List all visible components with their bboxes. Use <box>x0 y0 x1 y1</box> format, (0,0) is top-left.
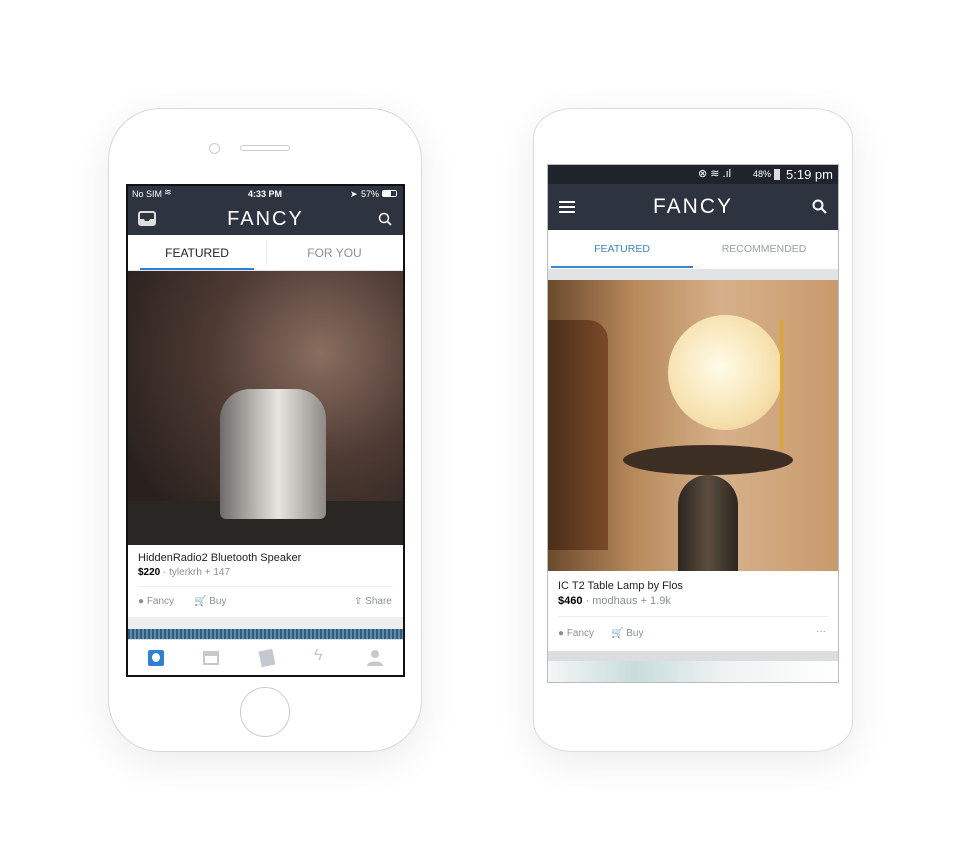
tab-featured[interactable]: FEATURED <box>140 246 254 260</box>
product-title[interactable]: IC T2 Table Lamp by Flos <box>558 580 683 592</box>
more-options-button[interactable]: ··· <box>816 626 826 637</box>
buy-label: Buy <box>209 596 227 607</box>
product-title[interactable]: HiddenRadio2 Bluetooth Speaker <box>138 552 301 564</box>
share-icon: ⇪ <box>354 596 363 607</box>
home-button[interactable] <box>240 687 290 737</box>
search-icon[interactable] <box>812 199 827 214</box>
location-icon: ➤ <box>350 189 358 199</box>
buy-label: Buy <box>626 628 644 639</box>
activity-tab-icon[interactable]: ϟ <box>314 647 322 665</box>
product-meta: · modhaus + 1.9k <box>585 595 671 607</box>
carrier: No SIM <box>132 189 163 199</box>
tab-featured[interactable]: FEATURED <box>551 243 693 255</box>
search-icon[interactable] <box>378 212 392 226</box>
lamp-globe <box>668 315 783 430</box>
buy-action[interactable]: 🛒 Buy <box>611 628 643 639</box>
ios-screen: No SIM ≋ 4:33 PM ➤ 57% FANCY FEATURED FO… <box>126 184 405 677</box>
next-product-image[interactable] <box>548 661 838 682</box>
tab-for-you[interactable]: FOR YOU <box>266 246 403 260</box>
status-time: 5:19 pm <box>786 167 833 182</box>
share-label: Share <box>365 596 392 607</box>
cart-icon: 🛒 <box>611 628 624 639</box>
fancy-tab-icon[interactable] <box>148 650 164 666</box>
ios-tabs: FEATURED FOR YOU <box>128 235 403 271</box>
android-status-bar: ⊗ ≋ .ıl 48% 5:19 pm <box>548 165 838 184</box>
fancy-label: Fancy <box>146 596 175 607</box>
battery-level: 48% <box>753 169 772 179</box>
collections-tab-icon[interactable] <box>258 648 276 668</box>
fancy-action[interactable]: ● Fancy <box>558 628 594 639</box>
product-image[interactable] <box>548 280 838 571</box>
signal-icons: ⊗ ≋ .ıl <box>698 168 732 180</box>
battery-level: 57% <box>361 189 380 199</box>
android-tabs: FEATURED RECOMMENDED <box>548 230 838 269</box>
front-camera <box>209 143 220 154</box>
active-tab-indicator <box>140 268 254 270</box>
app-logo: FANCY <box>652 195 733 218</box>
tab-recommended[interactable]: RECOMMENDED <box>693 243 835 255</box>
fancy-label: Fancy <box>566 628 595 639</box>
android-screen: ⊗ ≋ .ıl 48% 5:19 pm FANCY FEATURED RECOM… <box>547 164 839 683</box>
battery-icon <box>382 190 397 197</box>
earpiece <box>240 145 290 151</box>
battery-icon <box>774 169 780 180</box>
share-action[interactable]: ⇪ Share <box>354 596 392 607</box>
speaker-product <box>220 389 326 519</box>
product-price: $460 <box>558 595 583 607</box>
android-nav-bar: FANCY <box>548 184 838 230</box>
ios-status-bar: No SIM ≋ 4:33 PM ➤ 57% <box>128 186 403 202</box>
profile-tab-icon[interactable] <box>367 649 383 666</box>
active-tab-indicator <box>551 266 693 268</box>
product-image[interactable] <box>128 271 403 545</box>
buy-action[interactable]: 🛒 Buy <box>194 596 226 607</box>
app-logo: FANCY <box>227 208 304 230</box>
product-meta: · tylerkrh + 147 <box>163 567 231 578</box>
shop-tab-icon[interactable] <box>203 651 219 665</box>
cart-icon: 🛒 <box>194 596 207 607</box>
ios-tab-bar: ϟ <box>128 639 403 675</box>
product-price: $220 <box>138 567 161 578</box>
fancy-action[interactable]: ● Fancy <box>138 596 174 607</box>
next-product-image[interactable] <box>128 629 403 639</box>
ios-nav-bar: FANCY <box>128 202 403 235</box>
wifi-icon: ≋ <box>164 187 172 197</box>
status-time: 4:33 PM <box>248 189 283 199</box>
